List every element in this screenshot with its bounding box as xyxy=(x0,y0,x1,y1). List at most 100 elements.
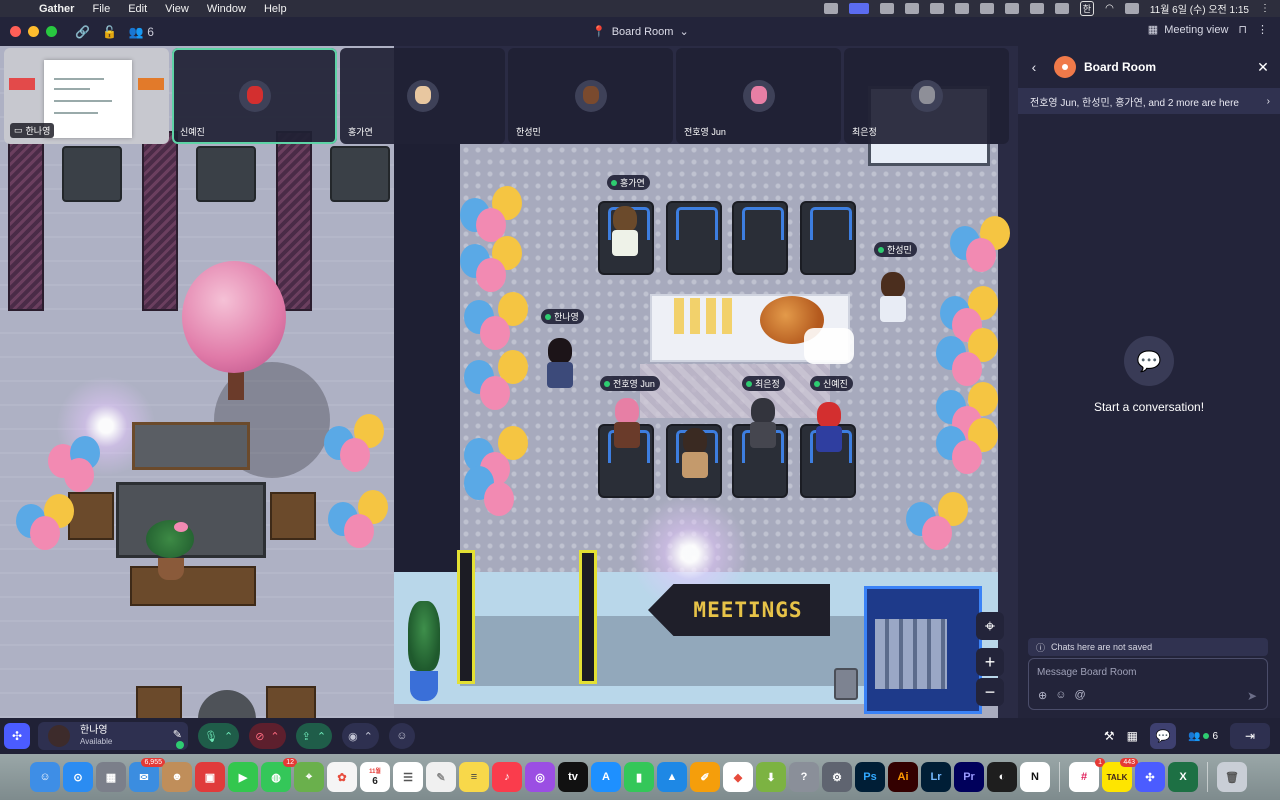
numbers-icon[interactable]: ▮ xyxy=(624,762,654,792)
message-input[interactable] xyxy=(1037,667,1257,678)
notes-icon[interactable]: ≡ xyxy=(459,762,489,792)
participants-indicator[interactable]: 👥 6 xyxy=(129,25,154,39)
chevron-up-icon[interactable]: ⌃ xyxy=(224,730,233,743)
more-options-icon[interactable]: ⋮ xyxy=(1257,23,1268,36)
tray-app-icon[interactable] xyxy=(879,3,894,14)
trash-icon[interactable]: 🗑 xyxy=(1217,762,1247,792)
record-toggle[interactable]: ◉ ⌃ xyxy=(342,723,379,749)
app-store-icon[interactable]: A xyxy=(591,762,621,792)
pdf-expert-icon[interactable]: ◆ xyxy=(723,762,753,792)
video-tile[interactable]: 홍가연 xyxy=(340,48,505,144)
desk-icon[interactable]: ⊓ xyxy=(1238,23,1247,36)
link-icon[interactable]: 🔗 xyxy=(75,25,90,39)
system-settings-icon[interactable]: ⚙ xyxy=(822,762,852,792)
tray-app-icon[interactable] xyxy=(929,3,944,14)
locate-me-button[interactable]: ⌖ xyxy=(976,612,1004,640)
calendar-icon[interactable]: 11월 6 xyxy=(360,762,390,792)
chat-button[interactable]: 💬 xyxy=(1149,723,1176,749)
mention-icon[interactable]: @ xyxy=(1074,689,1085,702)
illustrator-icon[interactable]: Ai xyxy=(888,762,918,792)
slack-icon[interactable]: #1 xyxy=(1069,758,1105,792)
notion-icon[interactable]: N xyxy=(1020,762,1050,792)
safari-icon[interactable]: ⊙ xyxy=(63,762,93,792)
vending-machine[interactable] xyxy=(864,586,982,714)
camera-toggle[interactable]: ⊘ ⌃ xyxy=(249,723,286,749)
close-window-button[interactable] xyxy=(10,26,21,37)
freeform-icon[interactable]: ✎ xyxy=(426,762,456,792)
chevron-up-icon[interactable]: ⌃ xyxy=(317,730,326,743)
installer-icon[interactable]: ⬇ xyxy=(756,762,786,792)
launchpad-icon[interactable]: ▦ xyxy=(96,762,126,792)
video-tile-screen-share[interactable]: ▭ 한나영 xyxy=(4,48,169,144)
volume-icon[interactable] xyxy=(1004,3,1019,14)
more-menu-icon[interactable]: ⋮ xyxy=(1260,3,1270,14)
close-icon[interactable]: ✕ xyxy=(1246,59,1280,76)
avatar-sprite[interactable] xyxy=(812,402,846,454)
maps-icon[interactable]: ⌖ xyxy=(294,762,324,792)
avatar-sprite[interactable] xyxy=(746,398,780,450)
screen-share-tray-icon[interactable] xyxy=(848,3,869,14)
tray-app-icon[interactable] xyxy=(954,3,969,14)
avatar-sprite[interactable] xyxy=(608,206,642,258)
chevron-up-icon[interactable]: ⌃ xyxy=(364,730,373,743)
photo-booth-icon[interactable]: ▣ xyxy=(195,762,225,792)
pencil-icon[interactable]: ✎ xyxy=(173,728,182,741)
bluetooth-icon[interactable] xyxy=(1029,3,1044,14)
menu-window[interactable]: Window xyxy=(198,3,255,15)
input-language-indicator[interactable]: 한 xyxy=(1079,1,1095,16)
meeting-view-toggle[interactable]: ▦ Meeting view xyxy=(1148,23,1229,37)
notion-tray-icon[interactable] xyxy=(904,3,919,14)
facetime-icon[interactable]: ▶ xyxy=(228,762,258,792)
control-center-icon[interactable] xyxy=(1124,3,1139,14)
participants-here-banner[interactable]: 전호영 Jun, 한성민, 홍가연, and 2 more are here › xyxy=(1018,88,1280,114)
premiere-icon[interactable]: Pr xyxy=(954,762,984,792)
play-icon[interactable] xyxy=(979,3,994,14)
wifi-icon[interactable]: ◠ xyxy=(1105,3,1114,14)
menu-file[interactable]: File xyxy=(83,3,119,15)
chevron-up-icon[interactable]: ⌃ xyxy=(270,730,279,743)
hammer-build-icon[interactable]: ⚒ xyxy=(1104,729,1115,743)
avatar-sprite[interactable] xyxy=(876,272,910,324)
lightroom-icon[interactable]: Lr xyxy=(921,762,951,792)
gather-menu-button[interactable]: ✣ xyxy=(4,723,30,749)
calendar-icon[interactable]: ▦ xyxy=(1127,729,1138,743)
menubar-clock[interactable]: 11월 6일 (수) 오전 1:15 xyxy=(1150,1,1249,16)
kakaotalk-icon[interactable]: TALK 443 xyxy=(1102,758,1138,792)
leave-space-button[interactable]: ⇥ xyxy=(1230,723,1270,749)
gather-icon[interactable]: ✣ xyxy=(1135,762,1165,792)
send-icon[interactable]: ➤ xyxy=(1247,689,1257,703)
game-map[interactable]: MEETINGS 홍가연 한성민 한나영 전호영 Jun 최은정 신예진 ⌖ +… xyxy=(0,46,1018,718)
reminders-icon[interactable]: ☰ xyxy=(393,762,423,792)
my-profile-card[interactable]: 한나영 Available ✎ xyxy=(38,722,188,750)
video-tile[interactable]: 한성민 xyxy=(508,48,673,144)
photoshop-icon[interactable]: Ps xyxy=(855,762,885,792)
mail-icon[interactable]: ✉ 6,955 xyxy=(129,758,165,792)
contacts-icon[interactable]: ☻ xyxy=(162,762,192,792)
microphone-toggle[interactable]: 🎙 ⌃ xyxy=(198,723,240,749)
video-tile[interactable]: 신예진 xyxy=(172,48,337,144)
lock-icon[interactable]: 🔓 xyxy=(102,25,117,39)
tray-app-icon[interactable] xyxy=(823,3,838,14)
zoom-out-button[interactable]: − xyxy=(976,678,1004,706)
menu-edit[interactable]: Edit xyxy=(119,3,156,15)
participants-button[interactable]: 👥 6 xyxy=(1188,731,1218,742)
avatar-sprite[interactable] xyxy=(543,338,577,390)
room-selector[interactable]: 📍 Board Room ⌄ xyxy=(592,25,689,39)
emote-button[interactable]: ☺ xyxy=(388,723,415,749)
menu-help[interactable]: Help xyxy=(255,3,296,15)
help-icon[interactable]: ? xyxy=(789,762,819,792)
minimize-window-button[interactable] xyxy=(28,26,39,37)
excel-icon[interactable]: X xyxy=(1168,762,1198,792)
figma-icon[interactable]: ◐ xyxy=(987,762,1017,792)
finder-icon[interactable]: ☺ xyxy=(30,762,60,792)
messages-icon[interactable]: ◍ 12 xyxy=(261,758,297,792)
avatar-sprite[interactable] xyxy=(678,428,712,480)
apple-tv-icon[interactable]: tv xyxy=(558,762,588,792)
keynote-icon[interactable]: ▲ xyxy=(657,762,687,792)
video-tile[interactable]: 전호영 Jun xyxy=(676,48,841,144)
zoom-in-button[interactable]: + xyxy=(976,648,1004,676)
podcasts-icon[interactable]: ◎ xyxy=(525,762,555,792)
back-arrow-icon[interactable]: ‹ xyxy=(1018,59,1050,75)
zoom-window-button[interactable] xyxy=(46,26,57,37)
menu-app-name[interactable]: Gather xyxy=(30,3,83,15)
